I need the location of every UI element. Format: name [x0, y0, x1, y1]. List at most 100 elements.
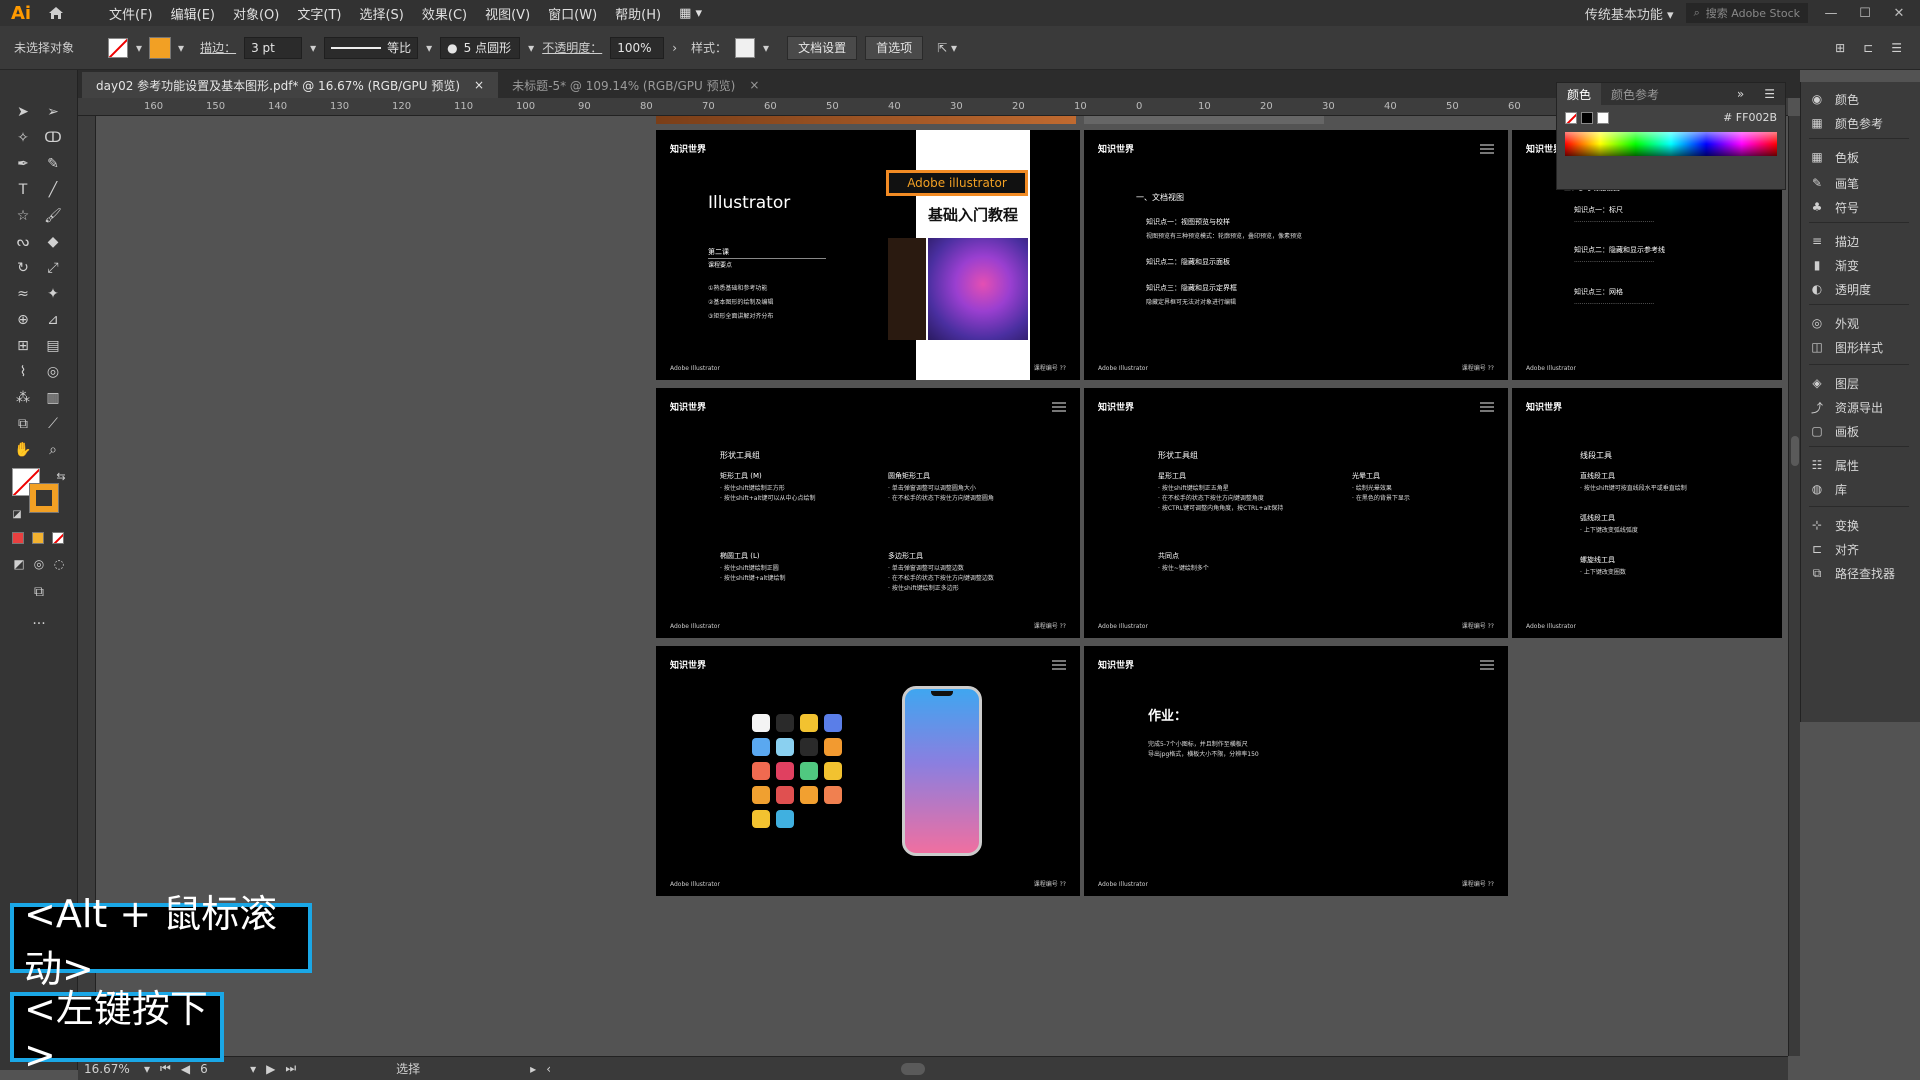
dock-item-artboards[interactable]: ▢ 画板	[1809, 420, 1919, 442]
shape-builder-tool-icon[interactable]: ⊕	[12, 310, 34, 330]
dock-item-symbols[interactable]: ♣ 符号	[1809, 196, 1919, 218]
horizontal-ruler[interactable]: 160 150 140 130 120 110 100 90 80 70 60 50 40 30 20 10 0…	[78, 98, 1788, 116]
eyedropper-tool-icon[interactable]: ⌇	[12, 362, 34, 382]
hex-field[interactable]: # FF002B	[1723, 111, 1777, 124]
search-stock[interactable]: ⌕ 搜索 Adobe Stock	[1685, 3, 1808, 23]
stroke-swatch[interactable]	[149, 36, 172, 59]
menu-window[interactable]: 窗口(W)	[539, 4, 606, 23]
slice-tool-icon[interactable]: ⟋	[42, 414, 64, 434]
collapse-icon[interactable]: »	[1727, 87, 1754, 101]
dock-item-graphic-styles[interactable]: ◫ 图形样式	[1809, 336, 1919, 358]
pen-tool-icon[interactable]: ✒	[12, 154, 34, 174]
dock-item-properties[interactable]: ☷ 属性	[1809, 454, 1919, 476]
column-graph-tool-icon[interactable]: ▥	[42, 388, 64, 408]
type-tool-icon[interactable]: T	[12, 180, 34, 200]
draw-inside-icon[interactable]: ◌	[48, 554, 70, 574]
menu-select[interactable]: 选择(S)	[350, 4, 412, 23]
workspace-switcher[interactable]: 传统基本功能 ▾	[1585, 4, 1674, 23]
fill-swatch[interactable]	[108, 37, 129, 58]
menu-view[interactable]: 视图(V)	[476, 4, 539, 23]
symbol-sprayer-tool-icon[interactable]: ⁂	[12, 388, 34, 408]
artboard-7[interactable]: 知识世界 Adobe Illustrator 课程编号 ??	[656, 646, 1080, 896]
opacity-field[interactable]: 100%	[610, 36, 665, 59]
dock-item-color-guide[interactable]: ▦ 颜色参考	[1809, 112, 1919, 134]
menu-effect[interactable]: 效果(C)	[413, 4, 476, 23]
warp-tool-icon[interactable]: ≈	[12, 284, 34, 304]
stroke-color-box[interactable]	[29, 483, 59, 513]
shaper-tool-icon[interactable]: ᔓ	[12, 232, 34, 252]
rotate-tool-icon[interactable]: ↻	[12, 258, 34, 278]
default-fill-stroke-icon[interactable]: ◪	[6, 504, 28, 524]
black-swatch[interactable]	[1581, 111, 1593, 124]
opacity-arrow-icon[interactable]: ›	[672, 41, 677, 55]
edit-toolbar-icon[interactable]: ···	[28, 614, 50, 634]
dock-item-gradient[interactable]: ▮ 渐变	[1809, 254, 1919, 276]
stroke-weight-dropdown-icon[interactable]: ▾	[310, 41, 316, 55]
zoom-tool-icon[interactable]: ⌕	[42, 440, 64, 460]
magic-wand-tool-icon[interactable]: ✧	[12, 128, 34, 148]
blend-tool-icon[interactable]: ◎	[42, 362, 64, 382]
none-mode-icon[interactable]	[52, 532, 64, 544]
vertical-scrollbar[interactable]	[1788, 116, 1800, 1056]
direct-selection-tool-icon[interactable]: ➢	[42, 102, 64, 122]
scroll-thumb[interactable]	[1791, 436, 1799, 466]
style-dropdown-icon[interactable]: ▾	[763, 41, 769, 55]
line-segment-tool-icon[interactable]: ╱	[42, 180, 64, 200]
dock-item-transform[interactable]: ⊹ 变换	[1809, 514, 1919, 536]
artboard-tool-icon[interactable]: ⧉	[12, 414, 34, 434]
dock-item-align[interactable]: ⊏ 对齐	[1809, 538, 1919, 560]
perspective-grid-tool-icon[interactable]: ⊿	[42, 310, 64, 330]
maximize-icon[interactable]: ☐	[1854, 6, 1876, 21]
tab-color[interactable]: 颜色	[1557, 83, 1602, 105]
graphic-style-swatch[interactable]	[735, 37, 756, 58]
dock-item-transparency[interactable]: ◐ 透明度	[1809, 278, 1919, 300]
dock-item-swatches[interactable]: ▦ 色板	[1809, 146, 1919, 168]
align-icon[interactable]: ⊏	[1863, 41, 1873, 55]
horizontal-scroll-thumb[interactable]	[901, 1062, 926, 1075]
menu-file[interactable]: 文件(F)	[100, 4, 162, 23]
lasso-tool-icon[interactable]: ↀ	[42, 128, 64, 148]
arrange-icon[interactable]: ⇱ ▾	[937, 41, 957, 55]
puppet-warp-tool-icon[interactable]: ✦	[42, 284, 64, 304]
scroll-left-icon[interactable]: ‹	[546, 1062, 551, 1076]
transform-icon[interactable]: ⊞	[1835, 41, 1845, 55]
dock-item-color[interactable]: ◉ 颜色	[1809, 88, 1919, 110]
none-swatch[interactable]	[1565, 111, 1577, 124]
color-mode-icon[interactable]	[12, 532, 24, 544]
dock-item-layers[interactable]: ◈ 图层	[1809, 372, 1919, 394]
last-artboard-icon[interactable]: ⏭	[285, 1061, 296, 1076]
dock-item-appearance[interactable]: ◎ 外观	[1809, 312, 1919, 334]
profile-dropdown-icon[interactable]: ▾	[426, 41, 432, 55]
screen-mode-icon[interactable]: ⧉	[28, 582, 50, 602]
artboard-4[interactable]: 知识世界 形状工具组 矩形工具 (M) · 按住shift键绘制正方形 · 按住…	[656, 388, 1080, 638]
close-icon[interactable]: ×	[749, 78, 759, 92]
scale-tool-icon[interactable]: ⤢	[42, 258, 64, 278]
artboard-2[interactable]: 知识世界 一、文档视图 知识点一：视图预览与校样 视图预览有三种预览模式：轮廓预…	[1084, 130, 1508, 380]
stroke-dropdown-icon[interactable]: ▾	[178, 41, 184, 55]
panel-menu-icon[interactable]: ☰	[1891, 41, 1902, 55]
canvas[interactable]: 知识世界 Illustrator 第二课 课程要点 ①熟悉基础和参考功能 ②基本…	[96, 116, 1788, 1056]
swap-fill-stroke-icon[interactable]: ⇆	[50, 466, 72, 486]
artboard-8[interactable]: 知识世界 作业： 完成5-7个小图标，并且制作至横板尺 导出jpg格式，横板大小…	[1084, 646, 1508, 896]
preferences-button[interactable]: 首选项	[865, 35, 924, 60]
artboard-6[interactable]: 知识世界 线段工具 直线段工具 · 按住shift键可按直线段水平或垂直绘制 弧…	[1512, 388, 1782, 638]
star-tool-icon[interactable]: ☆	[12, 206, 34, 226]
menu-help[interactable]: 帮助(H)	[606, 4, 670, 23]
tab-color-guide[interactable]: 颜色参考	[1601, 86, 1669, 103]
dock-item-asset-export[interactable]: ⤴ 资源导出	[1809, 396, 1919, 418]
dock-item-brushes[interactable]: ✎ 画笔	[1809, 172, 1919, 194]
paintbrush-tool-icon[interactable]: 🖌	[42, 206, 64, 226]
close-icon[interactable]: ✕	[1888, 6, 1910, 21]
next-artboard-icon[interactable]: ▶	[266, 1062, 275, 1076]
variable-width-profile[interactable]: 等比	[324, 36, 419, 59]
brush-definition[interactable]: ● 5 点圆形	[440, 36, 521, 59]
draw-mode-icon[interactable]: ◩	[8, 554, 30, 574]
close-icon[interactable]: ×	[474, 78, 484, 92]
eraser-tool-icon[interactable]: ◆	[42, 232, 64, 252]
dock-item-pathfinder[interactable]: ⧉ 路径查找器	[1809, 562, 1919, 584]
curvature-tool-icon[interactable]: ✎	[42, 154, 64, 174]
gradient-mode-icon[interactable]	[32, 532, 44, 544]
artboard-5[interactable]: 知识世界 形状工具组 星形工具 · 按住shift键绘制正五角星 · 在不松手的…	[1084, 388, 1508, 638]
tab-document-1[interactable]: day02 参考功能设置及基本图形.pdf* @ 16.67% (RGB/GPU…	[82, 72, 499, 98]
tab-document-2[interactable]: 未标题-5* @ 109.14% (RGB/GPU 预览) ×	[498, 72, 773, 98]
